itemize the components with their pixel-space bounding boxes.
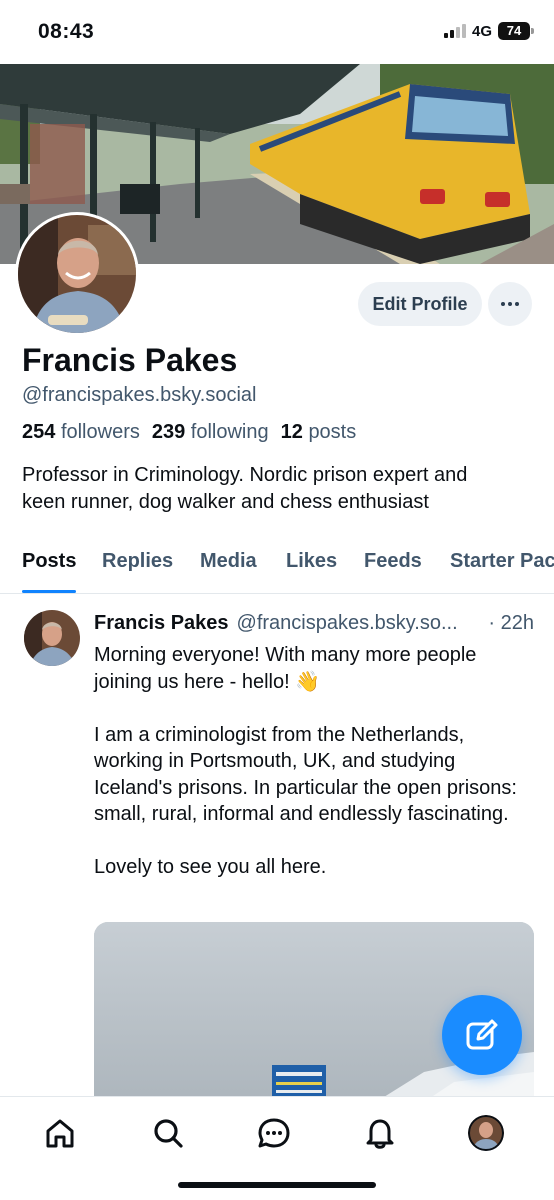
nav-notifications[interactable] [362, 1115, 398, 1151]
profile-tabs: Posts Replies Media Likes Feeds Starter … [0, 548, 554, 594]
tab-likes[interactable]: Likes [286, 550, 337, 573]
compose-icon [466, 1019, 498, 1050]
network-type: 4G [471, 22, 492, 40]
post-author-avatar[interactable] [24, 610, 80, 666]
search-icon [154, 1119, 183, 1148]
home-icon [46, 1119, 74, 1148]
chat-icon [258, 1118, 290, 1148]
ellipsis-icon [501, 302, 505, 306]
profile-bio: Professor in Criminology. Nordic prison … [22, 464, 468, 513]
home-indicator [178, 1182, 376, 1188]
compose-post-button[interactable] [442, 995, 522, 1075]
tab-starter-packs[interactable]: Starter Pac [450, 550, 554, 573]
tab-media[interactable]: Media [200, 550, 257, 573]
status-time: 08:43 [38, 20, 95, 43]
followers-link[interactable]: 254 followers [22, 421, 140, 444]
bell-icon [366, 1119, 394, 1149]
more-options-button[interactable] [488, 282, 532, 326]
battery-icon: 74 [498, 22, 534, 40]
status-bar: 08:43 4G 74 [0, 0, 554, 64]
post-text: Morning everyone! With many more people … [94, 644, 517, 878]
post-header: Francis Pakes @francispakes.bsky.so... ·… [94, 612, 534, 635]
active-tab-indicator [22, 590, 76, 593]
nav-profile-avatar[interactable] [468, 1115, 504, 1151]
profile-avatar[interactable] [15, 212, 139, 336]
profile-display-name: Francis Pakes [22, 342, 238, 378]
tab-feeds[interactable]: Feeds [364, 550, 422, 573]
post-timestamp[interactable]: · 22h [488, 612, 534, 635]
post-author-name[interactable]: Francis Pakes [94, 612, 229, 635]
nav-home[interactable] [42, 1115, 78, 1151]
profile-stats: 254 followers 239 following 12 posts [22, 421, 356, 444]
tab-posts[interactable]: Posts [22, 550, 76, 573]
profile-handle: @francispakes.bsky.social [22, 384, 257, 406]
edit-profile-button[interactable]: Edit Profile [358, 282, 482, 326]
nav-search[interactable] [150, 1115, 186, 1151]
status-indicators: 4G 74 [443, 22, 534, 40]
signal-icon [443, 24, 466, 38]
posts-count: 12 posts [280, 421, 357, 443]
nav-messages[interactable] [256, 1115, 292, 1151]
post-author-handle[interactable]: @francispakes.bsky.so... [237, 612, 458, 635]
tab-replies[interactable]: Replies [102, 550, 173, 573]
following-link[interactable]: 239 following [152, 421, 269, 444]
